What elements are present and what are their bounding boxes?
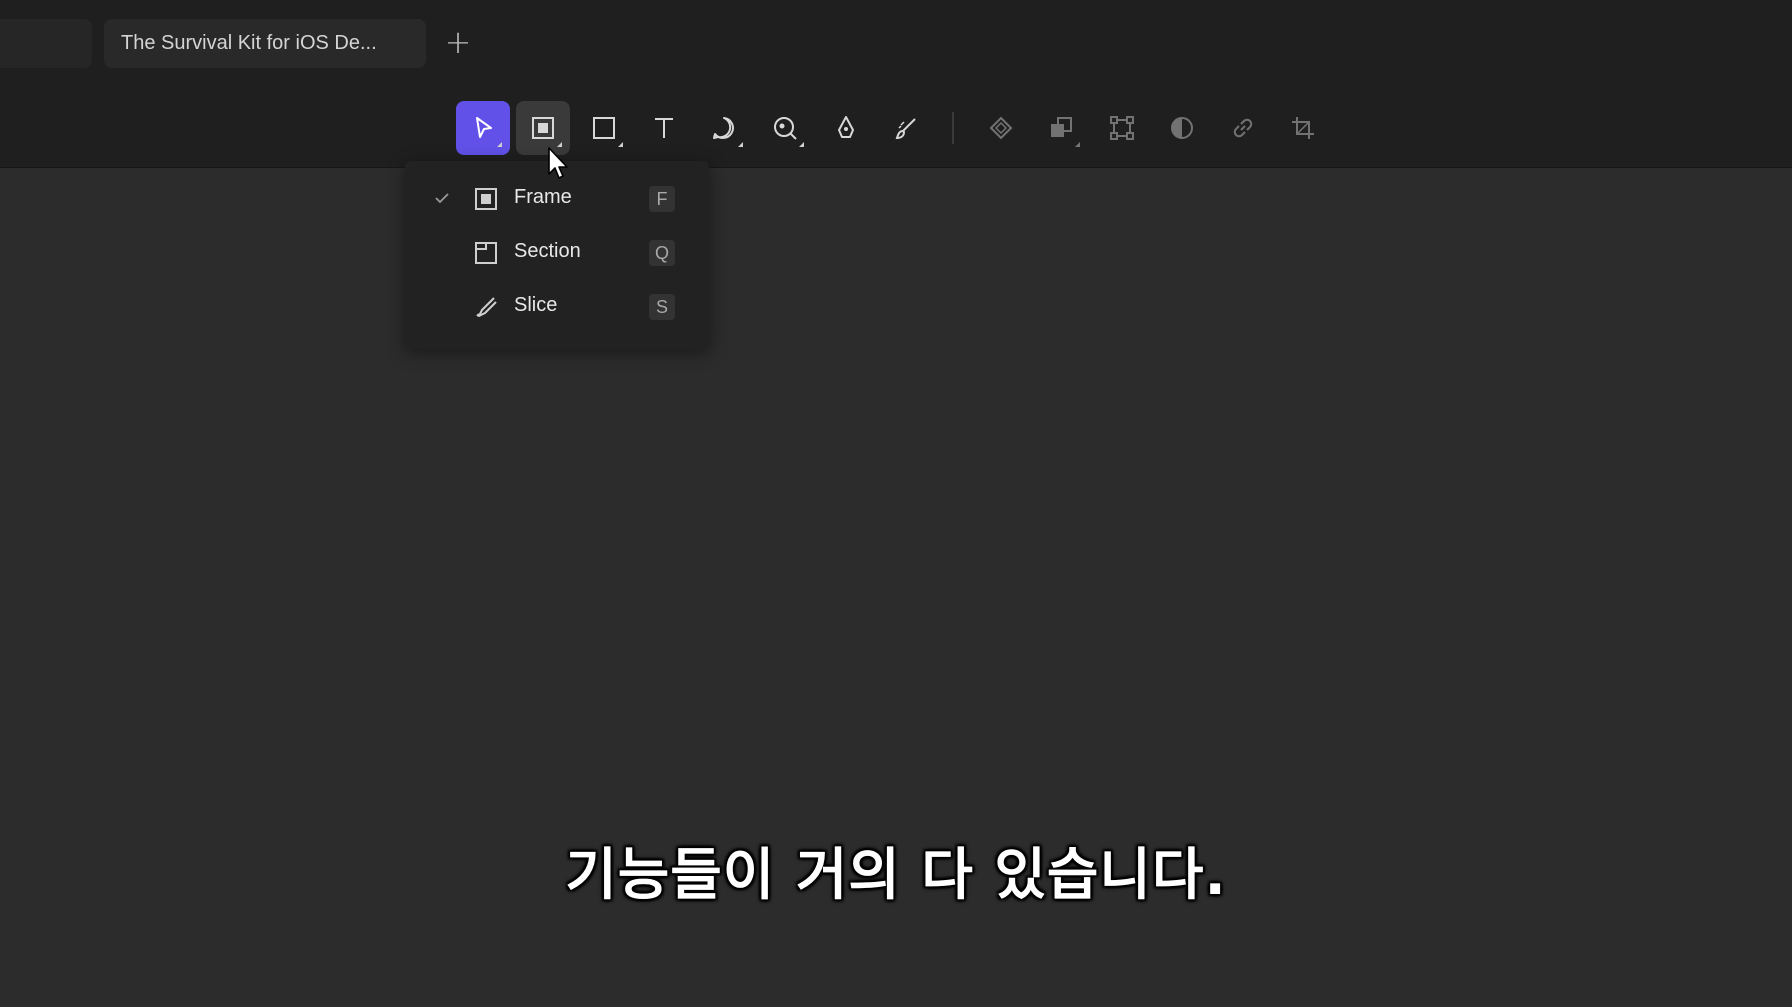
frame-icon (475, 188, 497, 210)
chevron-down-icon (799, 142, 804, 147)
tab-active-file[interactable]: The Survival Kit for iOS De... (104, 19, 426, 68)
link-tool-button[interactable] (1216, 101, 1270, 155)
frame-icon (532, 117, 554, 139)
shortcut-key: F (649, 186, 675, 212)
boolean-icon (1051, 117, 1072, 137)
slice-icon (476, 297, 497, 317)
tab-title: The Survival Kit for iOS De... (121, 32, 377, 54)
text-icon (655, 118, 673, 138)
link-icon (1233, 118, 1253, 138)
component-icon (989, 116, 1013, 140)
mask-tool-button[interactable] (1155, 101, 1209, 155)
draw-tool-button[interactable] (879, 101, 933, 155)
new-tab-button[interactable]: + (442, 22, 474, 62)
comment-icon (713, 117, 734, 139)
brush-icon (895, 118, 916, 140)
check-icon (435, 193, 449, 204)
pen-icon (838, 116, 854, 138)
chevron-down-icon (738, 142, 743, 147)
move-tool-button[interactable] (456, 101, 510, 155)
menu-item-label: Section (514, 240, 581, 262)
crop-tool-button[interactable] (1276, 101, 1330, 155)
toolbar (0, 84, 1792, 168)
mouse-cursor-icon (548, 147, 568, 179)
search-icon (774, 117, 797, 140)
mask-icon (1171, 117, 1193, 139)
rectangle-tool-button[interactable] (577, 101, 631, 155)
section-icon (475, 242, 497, 264)
component-tool-button[interactable] (974, 101, 1028, 155)
text-tool-button[interactable] (637, 101, 691, 155)
toolbar-divider (952, 112, 954, 144)
comment-tool-button[interactable] (697, 101, 751, 155)
shortcut-key: S (649, 294, 675, 320)
transform-icon (1110, 116, 1134, 140)
boolean-tool-button[interactable] (1034, 101, 1088, 155)
chevron-down-icon (497, 142, 502, 147)
menu-item-section[interactable]: Section Q (405, 227, 709, 279)
menu-item-slice[interactable]: Slice S (405, 281, 709, 333)
transform-tool-button[interactable] (1095, 101, 1149, 155)
video-subtitle: 기능들이 거의 다 있습니다. (565, 843, 1227, 908)
tab-previous[interactable] (0, 19, 92, 68)
chevron-down-icon (618, 142, 623, 147)
pointer-icon (476, 117, 492, 138)
crop-icon (1292, 117, 1314, 139)
menu-item-label: Slice (514, 294, 558, 316)
search-tool-button[interactable] (758, 101, 812, 155)
pen-tool-button[interactable] (819, 101, 873, 155)
menu-item-label: Frame (514, 186, 572, 208)
frame-tool-dropdown: Frame F Section Q Slice S (405, 161, 709, 349)
chevron-down-icon (1075, 142, 1080, 147)
shortcut-key: Q (649, 240, 675, 266)
app-window: The Survival Kit for iOS De... + Frame F… (0, 0, 1792, 1007)
rectangle-icon (593, 117, 615, 139)
tab-bar: The Survival Kit for iOS De... + (0, 0, 1792, 84)
